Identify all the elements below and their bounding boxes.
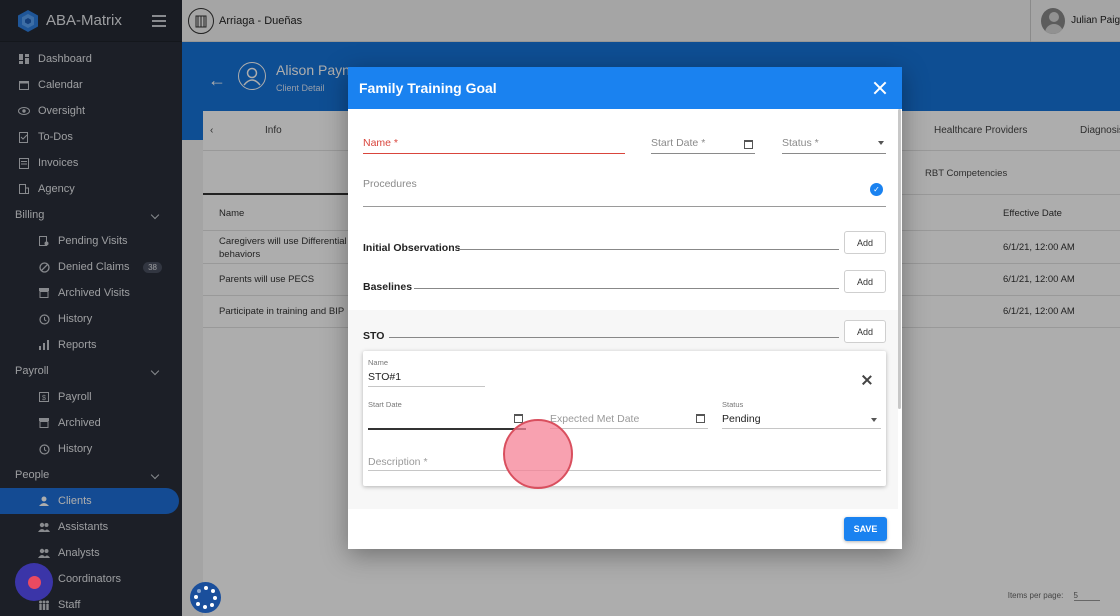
divider (458, 249, 839, 250)
sto-status-value[interactable]: Pending (722, 413, 761, 425)
loading-spinner-icon (190, 582, 221, 613)
sto-name-label: Name (368, 358, 389, 367)
status-label: Status * (782, 137, 819, 149)
baselines-title: Baselines (363, 281, 413, 293)
expected-met-date-label[interactable]: Expected Met Date (550, 413, 639, 425)
sto-name-value[interactable]: STO#1 (368, 371, 401, 383)
procedures-field[interactable]: Procedures ✓ (363, 174, 886, 207)
start-date-label: Start Date * (651, 137, 706, 149)
add-initial-observation-button[interactable]: Add (844, 231, 886, 254)
status-select[interactable]: Status * (782, 129, 886, 154)
dialog-body: Name * Start Date * Status * Procedures … (348, 109, 902, 509)
procedures-label: Procedures (363, 178, 417, 190)
calendar-icon[interactable] (744, 140, 753, 149)
dropdown-arrow-icon (878, 141, 884, 145)
dialog-header: Family Training Goal (348, 67, 902, 109)
sto-start-date-field[interactable] (368, 428, 526, 430)
sto-name-underline (368, 386, 485, 387)
sto-start-date-label: Start Date (368, 400, 402, 409)
scrollbar[interactable] (898, 109, 901, 409)
save-button[interactable]: SAVE (844, 517, 887, 541)
family-training-goal-dialog: Family Training Goal Name * Start Date *… (348, 67, 902, 549)
remove-sto-close-icon[interactable] (861, 374, 873, 386)
add-sto-button[interactable]: Add (844, 320, 886, 343)
click-indicator (503, 419, 573, 489)
calendar-icon[interactable] (696, 414, 705, 423)
start-date-field[interactable]: Start Date * (651, 129, 755, 154)
expected-met-date-underline (550, 428, 708, 429)
description-underline (368, 470, 881, 471)
divider (389, 337, 839, 338)
record-dot-icon (27, 575, 41, 589)
dialog-title: Family Training Goal (359, 80, 497, 96)
dropdown-arrow-icon (871, 418, 877, 422)
description-label[interactable]: Description * (368, 456, 428, 468)
close-icon[interactable] (872, 80, 888, 96)
check-circle-icon: ✓ (870, 183, 883, 196)
sto-status-label: Status (722, 400, 744, 409)
record-button[interactable] (15, 563, 53, 601)
name-field[interactable]: Name * (363, 129, 625, 154)
initial-observations-title: Initial Observations (363, 242, 461, 254)
sto-card: Name STO#1 Start Date Expected Met Date … (363, 351, 886, 486)
add-baseline-button[interactable]: Add (844, 270, 886, 293)
sto-status-underline (722, 428, 881, 429)
divider (414, 288, 839, 289)
sto-title: STO (363, 330, 385, 342)
name-field-label: Name * (363, 137, 399, 149)
